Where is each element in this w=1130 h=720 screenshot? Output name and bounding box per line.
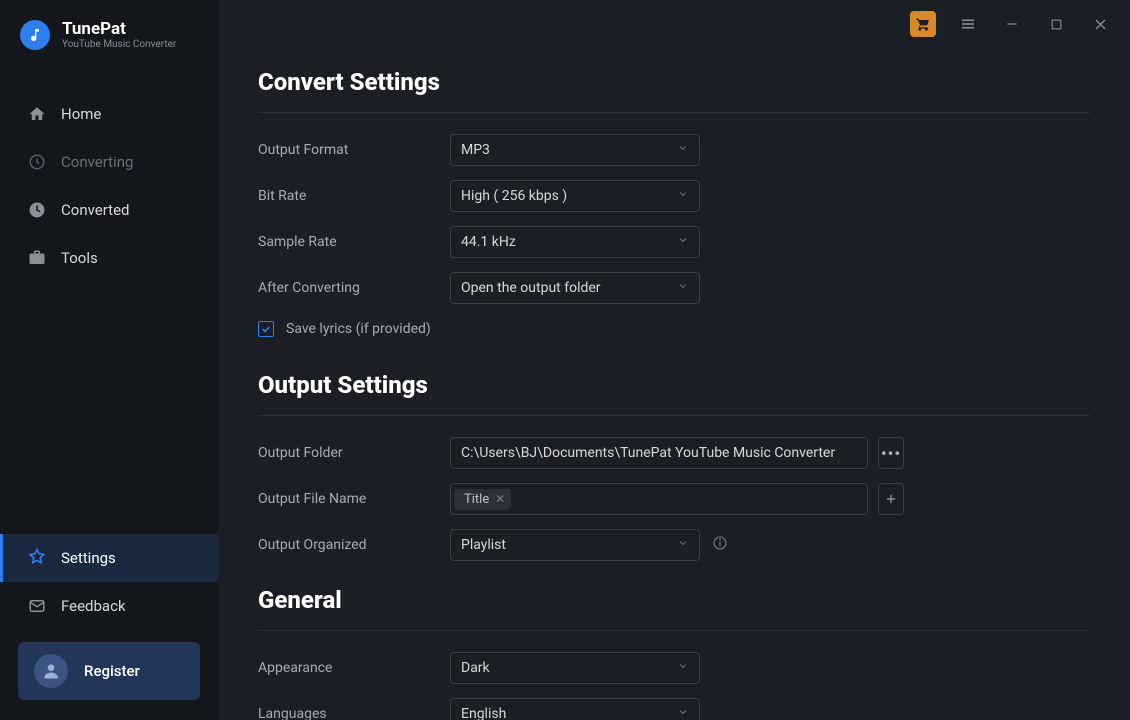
converting-icon: [27, 152, 47, 172]
label-appearance: Appearance: [258, 660, 450, 676]
chevron-down-icon: [677, 660, 689, 676]
register-label: Register: [84, 662, 140, 680]
nav-label: Converted: [61, 201, 130, 219]
titlebar: [218, 0, 1130, 40]
nav-label: Converting: [61, 153, 133, 171]
row-output-folder: Output Folder C:\Users\BJ\Documents\Tune…: [258, 430, 1090, 476]
select-value: Open the output folder: [461, 280, 601, 296]
input-output-folder[interactable]: C:\Users\BJ\Documents\TunePat YouTube Mu…: [450, 437, 868, 469]
nav-converted[interactable]: Converted: [0, 186, 218, 234]
user-icon: [34, 654, 68, 688]
feedback-icon: [27, 596, 47, 616]
select-after-converting[interactable]: Open the output folder: [450, 272, 700, 304]
row-bit-rate: Bit Rate High ( 256 kbps ): [258, 173, 1090, 219]
menu-icon: [959, 15, 977, 33]
row-after-converting: After Converting Open the output folder: [258, 265, 1090, 311]
info-icon[interactable]: [712, 535, 728, 555]
row-sample-rate: Sample Rate 44.1 kHz: [258, 219, 1090, 265]
select-value: High ( 256 kbps ): [461, 188, 567, 204]
section-general-title: General: [258, 568, 1090, 631]
brand-title: TunePat: [62, 20, 176, 39]
select-value: English: [461, 706, 506, 720]
label-output-file-name: Output File Name: [258, 491, 450, 507]
tag-remove-button[interactable]: ✕: [495, 492, 505, 506]
label-languages: Languages: [258, 706, 450, 720]
tag-label: Title: [464, 492, 489, 507]
nav-label: Settings: [61, 549, 116, 567]
maximize-icon: [1050, 18, 1063, 31]
settings-icon: [27, 548, 47, 568]
nav: Home Converting Converted Tools: [0, 90, 218, 282]
nav-label: Home: [61, 105, 101, 123]
sidebar: TunePat YouTube Music Converter Home Con…: [0, 0, 218, 720]
select-output-format[interactable]: MP3: [450, 134, 700, 166]
nav-converting[interactable]: Converting: [0, 138, 218, 186]
check-icon: [260, 323, 272, 335]
nav-home[interactable]: Home: [0, 90, 218, 138]
checkbox-save-lyrics[interactable]: [258, 321, 274, 337]
label-bit-rate: Bit Rate: [258, 188, 450, 204]
row-languages: Languages English: [258, 691, 1090, 720]
path-value: C:\Users\BJ\Documents\TunePat YouTube Mu…: [461, 445, 835, 461]
select-value: MP3: [461, 142, 490, 158]
close-button[interactable]: [1088, 12, 1112, 36]
row-save-lyrics: Save lyrics (if provided): [258, 311, 1090, 353]
select-languages[interactable]: English: [450, 698, 700, 720]
nav-settings[interactable]: Settings: [0, 534, 218, 582]
label-after-converting: After Converting: [258, 280, 450, 296]
plus-icon: [884, 492, 898, 506]
brand-logo: [20, 20, 50, 50]
cart-icon: [915, 16, 931, 32]
main: Convert Settings Output Format MP3 Bit R…: [218, 0, 1130, 720]
cart-button[interactable]: [910, 11, 936, 37]
chevron-down-icon: [677, 537, 689, 553]
select-output-organized[interactable]: Playlist: [450, 529, 700, 561]
tag-title: Title ✕: [454, 489, 511, 510]
chevron-down-icon: [677, 706, 689, 720]
chevron-down-icon: [677, 188, 689, 204]
section-convert-title: Convert Settings: [258, 50, 1090, 113]
ellipsis-icon: •••: [881, 444, 901, 463]
label-output-organized: Output Organized: [258, 537, 450, 553]
label-output-format: Output Format: [258, 142, 450, 158]
close-icon: [1093, 17, 1108, 32]
row-output-format: Output Format MP3: [258, 127, 1090, 173]
section-output-title: Output Settings: [258, 353, 1090, 416]
input-output-file-name[interactable]: Title ✕: [450, 483, 868, 515]
browse-folder-button[interactable]: •••: [878, 437, 904, 469]
select-value: Dark: [461, 660, 490, 676]
chevron-down-icon: [677, 234, 689, 250]
nav-feedback[interactable]: Feedback: [0, 582, 218, 630]
brand-subtitle: YouTube Music Converter: [62, 39, 176, 50]
tools-icon: [27, 248, 47, 268]
minimize-icon: [1005, 17, 1019, 31]
nav-tools[interactable]: Tools: [0, 234, 218, 282]
select-value: 44.1 kHz: [461, 234, 516, 250]
converted-icon: [27, 200, 47, 220]
add-tag-button[interactable]: [878, 483, 904, 515]
maximize-button[interactable]: [1044, 12, 1068, 36]
row-appearance: Appearance Dark: [258, 645, 1090, 691]
music-note-icon: [27, 27, 43, 43]
nav-label: Tools: [61, 249, 98, 267]
brand: TunePat YouTube Music Converter: [0, 0, 218, 60]
select-bit-rate[interactable]: High ( 256 kbps ): [450, 180, 700, 212]
select-appearance[interactable]: Dark: [450, 652, 700, 684]
settings-content: Convert Settings Output Format MP3 Bit R…: [218, 40, 1130, 720]
home-icon: [27, 104, 47, 124]
menu-button[interactable]: [956, 12, 980, 36]
select-sample-rate[interactable]: 44.1 kHz: [450, 226, 700, 258]
label-output-folder: Output Folder: [258, 445, 450, 461]
register-button[interactable]: Register: [18, 642, 200, 700]
minimize-button[interactable]: [1000, 12, 1024, 36]
row-output-file-name: Output File Name Title ✕: [258, 476, 1090, 522]
label-sample-rate: Sample Rate: [258, 234, 450, 250]
select-value: Playlist: [461, 537, 506, 553]
chevron-down-icon: [677, 280, 689, 296]
nav-label: Feedback: [61, 597, 126, 615]
label-save-lyrics: Save lyrics (if provided): [286, 321, 431, 337]
chevron-down-icon: [677, 142, 689, 158]
row-output-organized: Output Organized Playlist: [258, 522, 1090, 568]
